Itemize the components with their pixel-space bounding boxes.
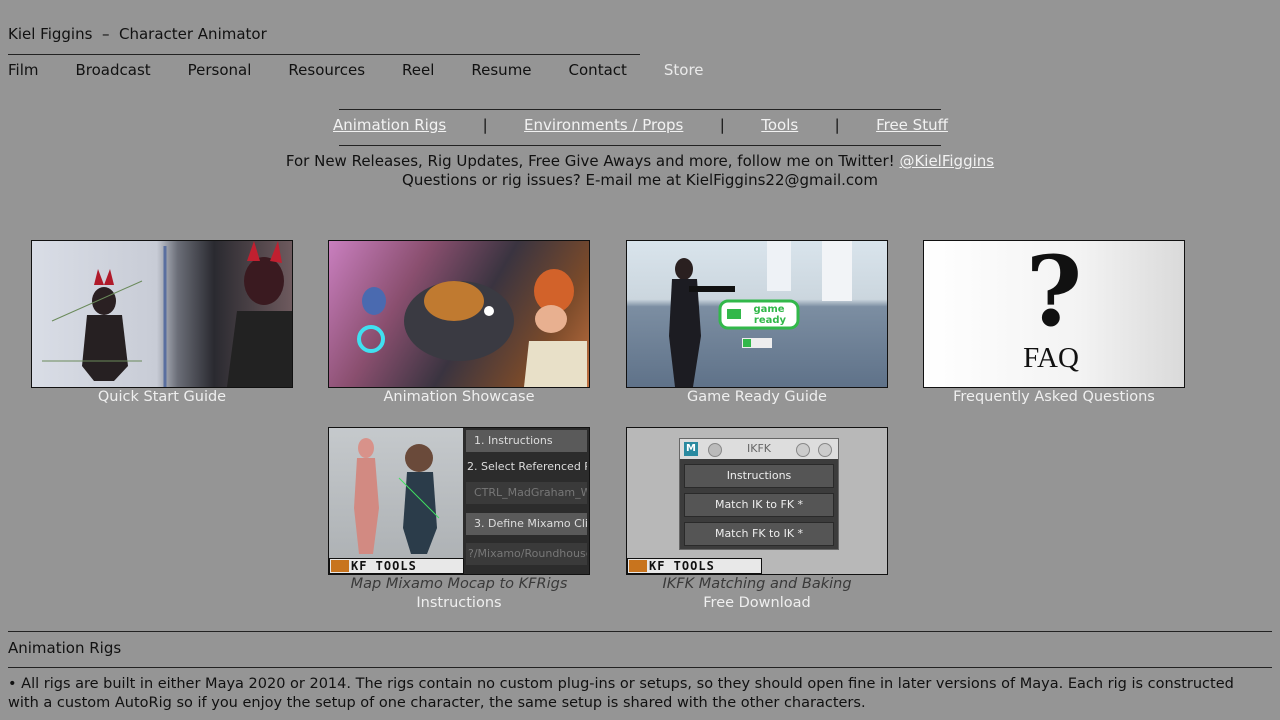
card-mixamo: 1. Instructions 2. Select Referenced Rig… bbox=[328, 427, 590, 613]
email-notice: Questions or rig issues? E-mail me at Ki… bbox=[402, 171, 878, 189]
close-icon bbox=[818, 443, 832, 457]
faq-thumbnail[interactable]: ? FAQ bbox=[923, 240, 1185, 388]
nav-reel[interactable]: Reel bbox=[402, 61, 434, 79]
game-ready-badge-line1: game bbox=[753, 304, 784, 315]
animation-showcase-thumbnail[interactable] bbox=[328, 240, 590, 388]
category-animation-rigs[interactable]: Animation Rigs bbox=[333, 116, 446, 134]
showcase-characters-image bbox=[357, 269, 587, 387]
ikfk-match-fk-to-ik-button: Match FK to IK * bbox=[684, 522, 834, 546]
category-nav: Animation Rigs | Environments / Props | … bbox=[333, 116, 948, 134]
category-separator: | bbox=[834, 116, 840, 134]
category-divider-top bbox=[339, 109, 941, 110]
category-free-stuff[interactable]: Free Stuff bbox=[876, 116, 948, 134]
header-divider bbox=[8, 54, 640, 55]
mixamo-instructions-button: 1. Instructions bbox=[466, 430, 587, 452]
card-faq: ? FAQ Frequently Asked Questions bbox=[923, 240, 1185, 407]
main-nav: Film Broadcast Personal Resources Reel R… bbox=[8, 61, 741, 79]
nav-film[interactable]: Film bbox=[8, 61, 38, 79]
nav-broadcast[interactable]: Broadcast bbox=[75, 61, 150, 79]
ikfk-thumbnail[interactable]: M IKFK Instructions Match IK to FK * Mat… bbox=[626, 427, 888, 575]
film-strip-icon bbox=[629, 560, 647, 572]
quick-start-thumbnail[interactable] bbox=[31, 240, 293, 388]
nav-contact[interactable]: Contact bbox=[569, 61, 627, 79]
ikfk-instructions-button: Instructions bbox=[684, 464, 834, 488]
faq-label: FAQ bbox=[1023, 342, 1079, 374]
ikfk-titlebar: M IKFK bbox=[680, 439, 838, 459]
mixamo-characters-image bbox=[329, 428, 463, 558]
mixamo-subcaption: Instructions bbox=[416, 595, 502, 611]
category-separator: | bbox=[719, 116, 725, 134]
section-divider-bottom bbox=[8, 667, 1272, 668]
kf-tools-banner: KF TOOLS bbox=[627, 558, 762, 574]
ikfk-caption: IKFK Matching and Baking bbox=[662, 576, 852, 592]
nav-resume[interactable]: Resume bbox=[471, 61, 531, 79]
twitter-link[interactable]: @KielFiggins bbox=[899, 152, 994, 170]
mixamo-rig-field: CTRL_MadGraham_Wo bbox=[466, 482, 587, 504]
category-environments-props[interactable]: Environments / Props bbox=[524, 116, 683, 134]
card-game-ready: game ready Game Ready Guide bbox=[626, 240, 888, 407]
game-ready-thumbnail[interactable]: game ready bbox=[626, 240, 888, 388]
maya-icon: M bbox=[684, 442, 698, 456]
category-divider-bottom bbox=[339, 145, 941, 146]
category-separator: | bbox=[482, 116, 488, 134]
mixamo-select-rig-label: 2. Select Referenced Rig bbox=[467, 460, 587, 473]
category-tools[interactable]: Tools bbox=[761, 116, 798, 134]
game-ready-scene-image: game ready bbox=[669, 241, 852, 387]
faq-caption: Frequently Asked Questions bbox=[953, 389, 1155, 405]
nav-store[interactable]: Store bbox=[664, 61, 704, 79]
mixamo-thumbnail[interactable]: 1. Instructions 2. Select Referenced Rig… bbox=[328, 427, 590, 575]
card-ikfk: M IKFK Instructions Match IK to FK * Mat… bbox=[626, 427, 888, 613]
quick-start-caption: Quick Start Guide bbox=[97, 389, 227, 405]
ikfk-match-ik-to-fk-button: Match IK to FK * bbox=[684, 493, 834, 517]
collapse-icon bbox=[796, 443, 810, 457]
twitter-notice: For New Releases, Rig Updates, Free Give… bbox=[0, 152, 1280, 170]
site-title: Kiel Figgins – Character Animator bbox=[8, 25, 267, 43]
ikfk-window-title: IKFK bbox=[747, 442, 771, 455]
mixamo-caption: Map Mixamo Mocap to KFRigs bbox=[350, 576, 568, 592]
kf-tools-banner: KF TOOLS bbox=[329, 558, 464, 574]
card-quick-start: Quick Start Guide bbox=[31, 240, 293, 407]
game-ready-caption: Game Ready Guide bbox=[687, 389, 827, 405]
film-strip-icon bbox=[331, 560, 349, 572]
section-title: Animation Rigs bbox=[8, 639, 122, 657]
section-body: • All rigs are built in either Maya 2020… bbox=[8, 676, 1234, 711]
question-mark-icon: ? bbox=[1025, 240, 1083, 348]
kf-tools-label: KF TOOLS bbox=[351, 559, 417, 573]
section-divider-top bbox=[8, 631, 1272, 632]
card-animation-showcase: Animation Showcase bbox=[328, 240, 590, 407]
animation-showcase-caption: Animation Showcase bbox=[383, 389, 535, 405]
mixamo-clip-field: ?/Mixamo/Roundhouse bbox=[466, 543, 587, 565]
kf-tools-label: KF TOOLS bbox=[649, 559, 715, 573]
mixamo-define-clip-button: 3. Define Mixamo Clip bbox=[466, 513, 587, 535]
nav-personal[interactable]: Personal bbox=[188, 61, 252, 79]
nav-resources[interactable]: Resources bbox=[288, 61, 365, 79]
minimize-icon bbox=[708, 443, 722, 457]
rig-figures-image bbox=[42, 241, 292, 387]
game-ready-badge-line2: ready bbox=[754, 315, 787, 326]
ikfk-window-image: M IKFK Instructions Match IK to FK * Mat… bbox=[679, 438, 839, 550]
twitter-notice-text: For New Releases, Rig Updates, Free Give… bbox=[285, 152, 895, 170]
ikfk-subcaption: Free Download bbox=[703, 595, 811, 611]
